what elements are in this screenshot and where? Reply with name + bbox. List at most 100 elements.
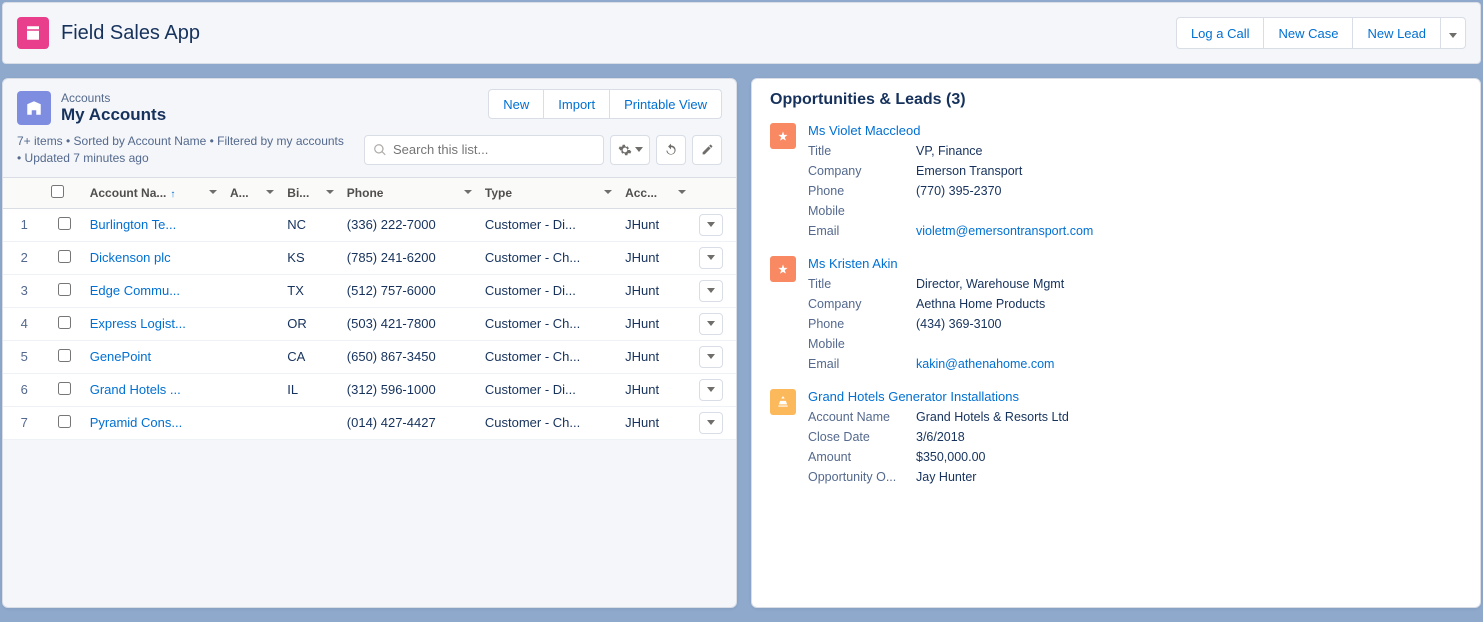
account-link[interactable]: Pyramid Cons... [90,415,182,430]
row-number: 7 [3,406,45,439]
row-checkbox[interactable] [58,382,71,395]
account-link[interactable]: Grand Hotels ... [90,382,181,397]
row-checkbox[interactable] [58,250,71,263]
cell-state: KS [281,241,340,274]
record-link[interactable]: Ms Violet Maccleod [808,123,920,138]
col-a[interactable]: A... [224,177,281,208]
printable-view-button[interactable]: Printable View [610,89,722,119]
cell-owner: JHunt [619,307,693,340]
field-label: Amount [808,450,916,464]
account-link[interactable]: Express Logist... [90,316,186,331]
new-lead-button[interactable]: New Lead [1353,17,1441,49]
log-call-button[interactable]: Log a Call [1176,17,1265,49]
field-label: Title [808,144,916,158]
col-type[interactable]: Type [479,177,619,208]
cell-a [224,406,281,439]
row-menu-button[interactable] [699,247,723,269]
field-value: (434) 369-3100 [916,317,1001,331]
cell-phone: (512) 757-6000 [341,274,479,307]
object-label: Accounts [61,91,166,105]
row-checkbox[interactable] [58,316,71,329]
row-menu-button[interactable] [699,412,723,434]
field-label: Phone [808,317,916,331]
import-button[interactable]: Import [544,89,610,119]
cell-state: TX [281,274,340,307]
cell-a [224,241,281,274]
table-row: 2Dickenson plcKS(785) 241-6200Customer -… [3,241,736,274]
record-link[interactable]: Ms Kristen Akin [808,256,898,271]
col-acc[interactable]: Acc... [619,177,693,208]
row-menu-button[interactable] [699,313,723,335]
field-label: Email [808,224,916,238]
list-settings-button[interactable] [610,135,650,165]
cell-a [224,307,281,340]
account-link[interactable]: GenePoint [90,349,151,364]
app-header: Field Sales App Log a Call New Case New … [2,2,1481,64]
account-link[interactable]: Edge Commu... [90,283,180,298]
account-link[interactable]: Dickenson plc [90,250,171,265]
field-label: Title [808,277,916,291]
cell-state: OR [281,307,340,340]
cell-type: Customer - Di... [479,208,619,241]
lead-icon [770,256,796,282]
lead-item: Ms Violet Maccleod TitleVP, FinanceCompan… [770,123,1462,238]
select-all-checkbox[interactable] [51,185,64,198]
row-menu-button[interactable] [699,214,723,236]
app-title: Field Sales App [61,22,200,45]
cell-owner: JHunt [619,241,693,274]
header-actions: Log a Call New Case New Lead [1176,17,1466,49]
cell-phone: (785) 241-6200 [341,241,479,274]
row-checkbox[interactable] [58,349,71,362]
cell-type: Customer - Ch... [479,406,619,439]
col-account-name[interactable]: Account Na...↑ [84,177,224,208]
cell-a [224,274,281,307]
row-checkbox[interactable] [58,217,71,230]
col-phone[interactable]: Phone [341,177,479,208]
more-actions-button[interactable] [1441,17,1466,49]
cell-phone: (336) 222-7000 [341,208,479,241]
cell-type: Customer - Ch... [479,241,619,274]
cell-owner: JHunt [619,340,693,373]
field-label: Company [808,164,916,178]
edit-button[interactable] [692,135,722,165]
row-checkbox[interactable] [58,415,71,428]
row-number: 4 [3,307,45,340]
field-label: Mobile [808,337,916,351]
field-value: VP, Finance [916,144,982,158]
field-value: Jay Hunter [916,470,976,484]
list-view-title[interactable]: My Accounts [61,105,166,125]
cell-owner: JHunt [619,373,693,406]
cell-phone: (014) 427-4427 [341,406,479,439]
cell-a [224,208,281,241]
table-row: 3Edge Commu...TX(512) 757-6000Customer -… [3,274,736,307]
cell-phone: (503) 421-7800 [341,307,479,340]
record-link[interactable]: Grand Hotels Generator Installations [808,389,1019,404]
cell-a [224,340,281,373]
row-menu-button[interactable] [699,346,723,368]
col-bi[interactable]: Bi... [281,177,340,208]
row-menu-button[interactable] [699,280,723,302]
email-link[interactable]: kakin@athenahome.com [916,357,1054,371]
new-button[interactable]: New [488,89,544,119]
row-checkbox[interactable] [58,283,71,296]
field-label: Mobile [808,204,916,218]
cell-owner: JHunt [619,274,693,307]
cell-type: Customer - Ch... [479,340,619,373]
new-case-button[interactable]: New Case [1264,17,1353,49]
accounts-table: Account Na...↑ A... Bi... Phone Type Acc… [3,177,736,440]
search-box[interactable] [364,135,604,165]
cell-type: Customer - Di... [479,274,619,307]
account-link[interactable]: Burlington Te... [90,217,176,232]
field-label: Email [808,357,916,371]
cell-state: IL [281,373,340,406]
cell-owner: JHunt [619,406,693,439]
table-row: 1Burlington Te...NC(336) 222-7000Custome… [3,208,736,241]
cell-a [224,373,281,406]
refresh-button[interactable] [656,135,686,165]
row-menu-button[interactable] [699,379,723,401]
field-value: Emerson Transport [916,164,1022,178]
email-link[interactable]: violetm@emersontransport.com [916,224,1093,238]
field-label: Opportunity O... [808,470,916,484]
cell-type: Customer - Ch... [479,307,619,340]
search-input[interactable] [393,142,595,157]
